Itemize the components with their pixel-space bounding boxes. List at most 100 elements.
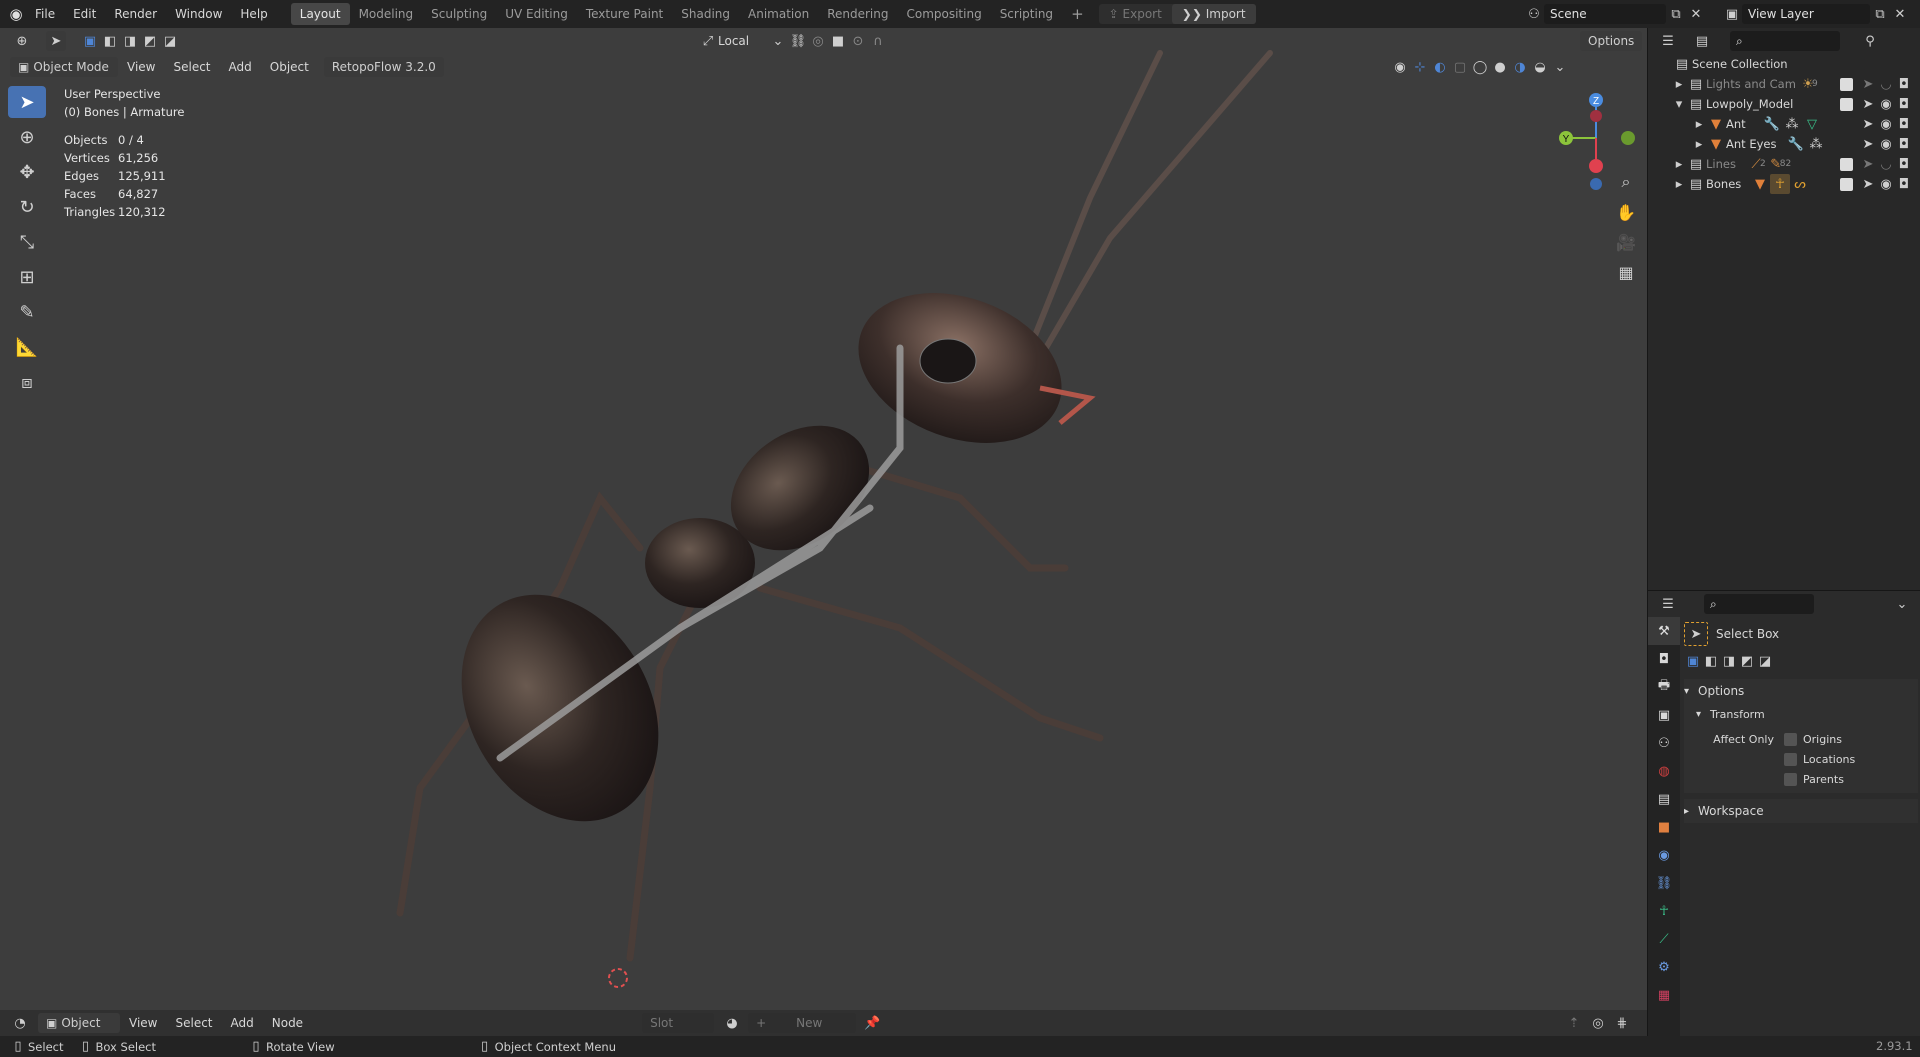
tab-sculpting[interactable]: Sculpting (422, 3, 496, 25)
snap-target-icon[interactable]: ■ (828, 31, 848, 51)
tab-render-icon[interactable]: ◘ (1648, 645, 1680, 673)
select-arrow-icon[interactable]: ➤ (1859, 94, 1877, 114)
origins-checkbox[interactable] (1784, 732, 1797, 746)
object-mode-dropdown[interactable]: ▣ Object Mode (10, 57, 118, 77)
parents-checkbox[interactable] (1784, 772, 1797, 786)
view-layer-icon[interactable]: ▣ (1722, 4, 1742, 24)
pan-hand-icon[interactable]: ✋ (1612, 198, 1640, 226)
solid-shading-icon[interactable]: ● (1490, 57, 1510, 77)
expand-arrow-icon[interactable]: ▸ (1692, 134, 1706, 154)
snap-icon[interactable]: ◎ (1588, 1013, 1608, 1033)
retopoflow-menu[interactable]: RetopoFlow 3.2.0 (323, 57, 444, 77)
snap-element-icon[interactable]: ⋕ (1612, 1013, 1632, 1033)
properties-editor-type-icon[interactable]: ☰ (1658, 594, 1678, 614)
tab-rendering[interactable]: Rendering (818, 3, 897, 25)
snap-icon[interactable]: ◎ (808, 31, 828, 51)
visibility-icon[interactable]: ◉ (1390, 57, 1410, 77)
transform-orientation-dropdown[interactable]: ⤢ Local ⌄ (698, 31, 788, 51)
editor-type-icon[interactable]: ⊕ (12, 31, 32, 51)
falloff-icon[interactable]: ∩ (868, 31, 888, 51)
select-arrow-icon[interactable]: ➤ (1859, 154, 1877, 174)
tab-scripting[interactable]: Scripting (991, 3, 1062, 25)
select-mode-invert-icon[interactable]: ◩ (1738, 651, 1756, 671)
parent-node-tree-icon[interactable]: ⇡ (1564, 1013, 1584, 1033)
collapse-arrow-icon[interactable]: ▾ (1672, 94, 1686, 114)
menu-edit[interactable]: Edit (64, 3, 105, 25)
outliner-search-input[interactable]: ⌕ (1730, 31, 1840, 51)
select-mode-extend-icon[interactable]: ◧ (1702, 651, 1720, 671)
overlay-toggle-icon[interactable]: ◐ (1430, 57, 1450, 77)
wireframe-shading-icon[interactable]: ◯ (1470, 57, 1490, 77)
proportional-edit-icon[interactable]: ⊙ (848, 31, 868, 51)
menu-window[interactable]: Window (166, 3, 231, 25)
add-cube-tool-icon[interactable]: ⧈ (8, 366, 46, 398)
rotate-tool-icon[interactable]: ↻ (8, 191, 46, 223)
select-arrow-icon[interactable]: ➤ (1859, 134, 1877, 154)
delete-view-layer-icon[interactable]: ✕ (1890, 4, 1910, 24)
tab-scene-icon[interactable]: ⚇ (1648, 729, 1680, 757)
tab-view-layer-icon[interactable]: ▣ (1648, 701, 1680, 729)
exclude-checkbox[interactable] (1840, 157, 1853, 171)
view-layer-field[interactable]: View Layer (1742, 4, 1870, 24)
tab-compositing[interactable]: Compositing (897, 3, 990, 25)
camera-render-icon[interactable]: ◘ (1895, 94, 1913, 114)
select-arrow-icon[interactable]: ➤ (1859, 74, 1877, 94)
select-mode-intersect-icon[interactable]: ◪ (160, 31, 180, 51)
expand-arrow-icon[interactable]: ▸ (1672, 74, 1686, 94)
slot-dropdown[interactable]: Slot (642, 1013, 715, 1033)
node-menu-add[interactable]: Add (222, 1012, 263, 1034)
annotate-tool-icon[interactable]: ✎ (8, 296, 46, 328)
select-box-tool-icon[interactable]: ➤ (8, 86, 46, 118)
new-scene-icon[interactable]: ⧉ (1666, 4, 1686, 24)
select-arrow-icon[interactable]: ➤ (1859, 174, 1877, 194)
options-panel-header[interactable]: ▾ Options (1684, 679, 1918, 703)
shading-options-chevron-icon[interactable]: ⌄ (1550, 57, 1570, 77)
camera-view-icon[interactable]: 🎥 (1612, 228, 1640, 256)
viewport-menu-add[interactable]: Add (220, 56, 261, 78)
select-mode-intersect-icon[interactable]: ◪ (1756, 651, 1774, 671)
measure-tool-icon[interactable]: 📐 (8, 331, 46, 363)
exclude-checkbox[interactable] (1840, 97, 1853, 111)
move-tool-icon[interactable]: ✥ (8, 156, 46, 188)
new-material-button[interactable]: + New (748, 1013, 857, 1033)
exclude-checkbox[interactable] (1840, 77, 1853, 91)
tab-bone-icon[interactable]: ⟋ (1648, 925, 1680, 953)
tab-shading[interactable]: Shading (672, 3, 739, 25)
pin-icon[interactable]: 📌 (862, 1013, 882, 1033)
editor-type-icon[interactable]: ◔ (10, 1013, 30, 1033)
viewport-menu-object[interactable]: Object (261, 56, 318, 78)
transform-subpanel-header[interactable]: ▾ Transform (1684, 703, 1918, 725)
tab-object-icon[interactable]: ■ (1648, 813, 1680, 841)
select-arrow-icon[interactable]: ➤ (1859, 114, 1877, 134)
ortho-toggle-icon[interactable]: ▦ (1612, 258, 1640, 286)
xray-icon[interactable]: ▢ (1450, 57, 1470, 77)
properties-options-chevron-icon[interactable]: ⌄ (1892, 594, 1912, 614)
eye-closed-icon[interactable]: ◡ (1877, 74, 1895, 94)
scene-icon[interactable]: ⚇ (1524, 4, 1544, 24)
tab-modeling[interactable]: Modeling (350, 3, 423, 25)
delete-scene-icon[interactable]: ✕ (1686, 4, 1706, 24)
tab-world-icon[interactable]: ◍ (1648, 757, 1680, 785)
tab-uv-editing[interactable]: UV Editing (496, 3, 577, 25)
object-dropdown[interactable]: ▣ Object (38, 1013, 120, 1033)
eye-closed-icon[interactable]: ◡ (1877, 154, 1895, 174)
tab-object-data-icon[interactable]: ☥ (1648, 897, 1680, 925)
material-shading-icon[interactable]: ◑ (1510, 57, 1530, 77)
expand-arrow-icon[interactable]: ▸ (1672, 174, 1686, 194)
eye-icon[interactable]: ◉ (1877, 114, 1895, 134)
menu-help[interactable]: Help (231, 3, 276, 25)
camera-render-icon[interactable]: ◘ (1895, 134, 1913, 154)
options-button[interactable]: Options (1580, 31, 1643, 51)
node-menu-view[interactable]: View (120, 1012, 166, 1034)
exclude-checkbox[interactable] (1840, 177, 1853, 191)
node-menu-node[interactable]: Node (263, 1012, 312, 1034)
select-mode-subtract-icon[interactable]: ◨ (1720, 651, 1738, 671)
rendered-shading-icon[interactable]: ◒ (1530, 57, 1550, 77)
export-button[interactable]: ⇪ Export (1099, 7, 1172, 21)
select-mode-invert-icon[interactable]: ◩ (140, 31, 160, 51)
outliner-scene-collection[interactable]: ▤ Scene Collection (1648, 54, 1920, 74)
tab-layout[interactable]: Layout (290, 3, 350, 25)
gizmo-x-axis[interactable] (1589, 159, 1603, 173)
locations-checkbox[interactable] (1784, 752, 1797, 766)
tab-animation[interactable]: Animation (739, 3, 818, 25)
